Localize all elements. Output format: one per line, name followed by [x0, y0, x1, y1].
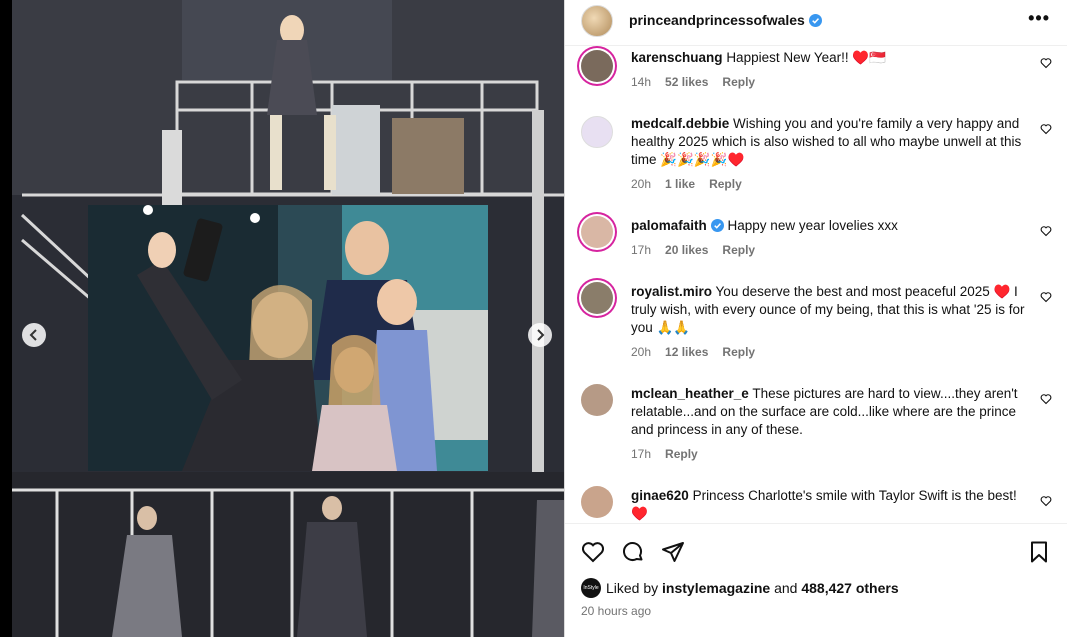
comment-meta: 14h 52 likes Reply: [631, 75, 769, 89]
comment-time: 20h: [631, 177, 652, 191]
comment-content: Princess Charlotte's smile with Taylor S…: [631, 488, 1017, 521]
comment-text: royalist.miro You deserve the best and m…: [631, 283, 1031, 337]
heart-icon[interactable]: [581, 540, 605, 564]
comment-time: 17h: [631, 447, 652, 461]
liked-prefix: Liked by: [606, 580, 659, 596]
comment-icon[interactable]: [621, 540, 645, 564]
chevron-left-icon: [29, 329, 37, 341]
commenter-username[interactable]: karenschuang: [631, 50, 723, 65]
liked-by-row: InStyle Liked by instylemagazine and 488…: [581, 578, 899, 598]
bookmark-icon[interactable]: [1027, 540, 1051, 564]
verified-badge-icon: [808, 14, 822, 27]
post-header: princeandprincessofwales •••: [565, 0, 1067, 46]
comment-text: karenschuang Happiest New Year!! ♥️🇸🇬: [631, 49, 1031, 67]
comment-like-heart-icon[interactable]: [1040, 291, 1052, 303]
liked-count[interactable]: 488,427 others: [801, 580, 898, 596]
comment-like-heart-icon[interactable]: [1040, 123, 1052, 135]
comment-likes[interactable]: 12 likes: [665, 345, 708, 359]
reply-link[interactable]: Reply: [722, 345, 755, 359]
commenter-avatar[interactable]: [581, 486, 613, 518]
commenter-avatar[interactable]: [581, 282, 613, 314]
comment-text: palomafaith Happy new year lovelies xxx: [631, 217, 1031, 235]
reply-link[interactable]: Reply: [665, 447, 698, 461]
comment-like-heart-icon[interactable]: [1040, 225, 1052, 237]
backdrop-strip: [0, 0, 12, 637]
comment-meta: 17h Reply: [631, 447, 712, 461]
liked-by-avatar[interactable]: InStyle: [581, 578, 601, 598]
previous-image-button[interactable]: [22, 323, 46, 347]
comment-text: mclean_heather_e These pictures are hard…: [631, 385, 1031, 439]
comment-meta: 20h 12 likes Reply: [631, 345, 769, 359]
commenter-avatar[interactable]: [581, 216, 613, 248]
instagram-post-view: princeandprincessofwales ••• karenschuan…: [0, 0, 1067, 637]
media-photo: [12, 0, 564, 637]
author-name-row[interactable]: princeandprincessofwales: [629, 12, 822, 28]
comment-content: Happiest New Year!! ♥️🇸🇬: [726, 50, 887, 65]
comment-time: 14h: [631, 75, 652, 89]
commenter-avatar[interactable]: [581, 50, 613, 82]
chevron-right-icon: [537, 329, 545, 341]
comments-list[interactable]: karenschuang Happiest New Year!! ♥️🇸🇬 14…: [565, 46, 1067, 523]
author-username[interactable]: princeandprincessofwales: [629, 12, 805, 28]
next-image-button[interactable]: [528, 323, 552, 347]
comment-like-heart-icon[interactable]: [1040, 495, 1052, 507]
comment-time: 20h: [631, 345, 652, 359]
comment-like-heart-icon[interactable]: [1040, 57, 1052, 69]
reply-link[interactable]: Reply: [722, 243, 755, 257]
comment-meta: 17h 20 likes Reply: [631, 243, 769, 257]
comment-text: ginae620 Princess Charlotte's smile with…: [631, 487, 1031, 523]
commenter-avatar[interactable]: [581, 116, 613, 148]
comment-likes[interactable]: 20 likes: [665, 243, 708, 257]
comment-meta: 20h 1 like Reply: [631, 177, 756, 191]
post-timestamp[interactable]: 20 hours ago: [581, 604, 651, 618]
commenter-username[interactable]: medcalf.debbie: [631, 116, 729, 131]
commenter-username[interactable]: palomafaith: [631, 218, 707, 233]
comment-text: medcalf.debbie Wishing you and you're fa…: [631, 115, 1031, 169]
reply-link[interactable]: Reply: [722, 75, 755, 89]
post-side-panel: princeandprincessofwales ••• karenschuan…: [564, 0, 1067, 637]
commenter-username[interactable]: mclean_heather_e: [631, 386, 749, 401]
comment-time: 17h: [631, 243, 652, 257]
verified-badge-icon: [710, 219, 724, 232]
comment-content: Happy new year lovelies xxx: [727, 218, 898, 233]
more-options-icon[interactable]: •••: [1028, 8, 1050, 29]
commenter-avatar[interactable]: [581, 384, 613, 416]
author-avatar[interactable]: [581, 5, 613, 37]
commenter-username[interactable]: royalist.miro: [631, 284, 712, 299]
liked-and: and: [774, 580, 798, 596]
share-icon[interactable]: [661, 540, 685, 564]
reply-link[interactable]: Reply: [709, 177, 742, 191]
comment-likes[interactable]: 1 like: [665, 177, 695, 191]
post-actions-bar: InStyle Liked by instylemagazine and 488…: [565, 523, 1067, 637]
liked-by-user[interactable]: instylemagazine: [662, 580, 770, 596]
comment-likes[interactable]: 52 likes: [665, 75, 708, 89]
post-media[interactable]: [12, 0, 564, 637]
comment-like-heart-icon[interactable]: [1040, 393, 1052, 405]
commenter-username[interactable]: ginae620: [631, 488, 689, 503]
